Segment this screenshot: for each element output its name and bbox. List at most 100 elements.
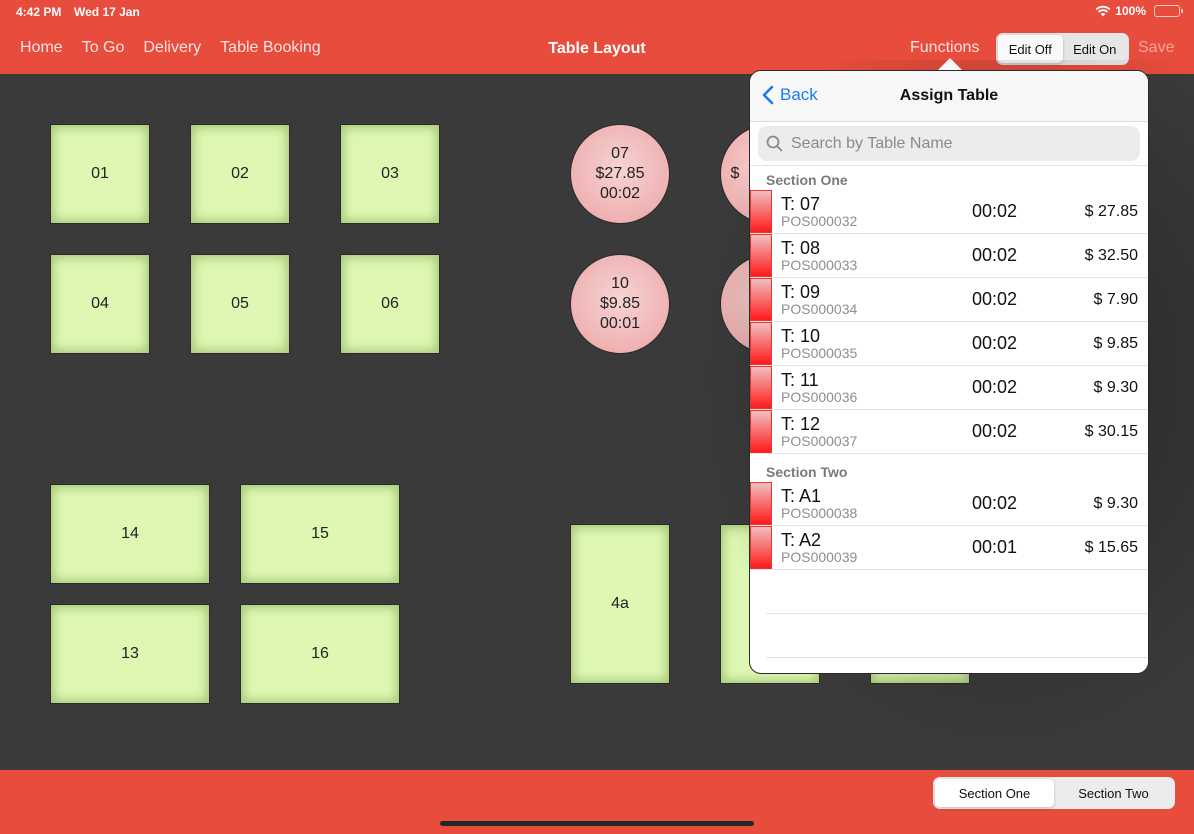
section-two-segment[interactable]: Section Two — [1054, 779, 1173, 807]
table-02[interactable]: 02 — [190, 124, 290, 224]
order-number: POS000035 — [781, 344, 858, 361]
empty-row — [766, 570, 1148, 614]
status-color-swatch — [750, 190, 772, 233]
order-number: POS000033 — [781, 256, 858, 273]
order-number: POS000038 — [781, 504, 858, 521]
table-14[interactable]: 14 — [50, 484, 210, 584]
table-amount: $9.85 — [599, 295, 641, 312]
table-10-occupied[interactable]: 10 $9.85 00:01 — [570, 254, 670, 354]
list-item[interactable]: T: 12 POS000037 00:02 $ 30.15 — [750, 410, 1148, 454]
edit-on-segment[interactable]: Edit On — [1063, 35, 1128, 63]
status-color-swatch — [750, 526, 772, 569]
table-name: T: 08 — [781, 237, 821, 258]
table-number: 07 — [611, 145, 629, 162]
elapsed-time: 00:02 — [972, 333, 1018, 353]
list-item[interactable]: T: A1 POS000038 00:02 $ 9.30 — [750, 482, 1148, 526]
table-15[interactable]: 15 — [240, 484, 400, 584]
table-amount: $ — [730, 165, 740, 182]
table-name: T: 10 — [781, 325, 821, 346]
table-number: 10 — [611, 275, 629, 292]
order-amount: $ 30.15 — [1084, 422, 1138, 440]
table-05[interactable]: 05 — [190, 254, 290, 354]
table-01[interactable]: 01 — [50, 124, 150, 224]
nav-to-go[interactable]: To Go — [82, 39, 125, 57]
battery-percentage: 100% — [1115, 4, 1146, 18]
save-button[interactable]: Save — [1138, 39, 1174, 57]
order-amount: $ 9.30 — [1093, 494, 1138, 512]
search-input[interactable] — [791, 134, 1132, 153]
table-amount: $27.85 — [595, 165, 645, 182]
section-header-two: Section Two — [766, 464, 848, 480]
status-color-swatch — [750, 278, 772, 321]
order-number: POS000034 — [781, 300, 858, 317]
nav-table-booking[interactable]: Table Booking — [220, 39, 321, 57]
table-name: T: 11 — [781, 369, 819, 390]
nav-home[interactable]: Home — [20, 39, 63, 57]
table-13[interactable]: 13 — [50, 604, 210, 704]
elapsed-time: 00:01 — [972, 537, 1018, 557]
chevron-left-icon — [762, 85, 774, 105]
order-amount: $ 15.65 — [1084, 538, 1138, 556]
status-color-swatch — [750, 410, 772, 453]
status-color-swatch — [750, 482, 772, 525]
edit-off-segment[interactable]: Edit Off — [998, 35, 1063, 63]
order-amount: $ 7.90 — [1093, 290, 1138, 308]
section-two-list: T: A1 POS000038 00:02 $ 9.30 T: A2 POS0000… — [750, 482, 1148, 658]
list-item[interactable]: T: 09 POS000034 00:02 $ 7.90 — [750, 278, 1148, 322]
section-one-segment[interactable]: Section One — [935, 779, 1054, 807]
section-one-list: T: 07 POS000032 00:02 $ 27.85 T: 08 POS000… — [750, 190, 1148, 454]
status-color-swatch — [750, 322, 772, 365]
elapsed-time: 00:02 — [972, 493, 1018, 513]
back-button[interactable]: Back — [762, 85, 818, 105]
order-amount: $ 9.30 — [1093, 378, 1138, 396]
table-name: T: A2 — [781, 529, 822, 550]
elapsed-time: 00:02 — [972, 289, 1018, 309]
status-color-swatch — [750, 234, 772, 277]
table-time: 00:01 — [599, 315, 641, 332]
order-amount: $ 9.85 — [1093, 334, 1138, 352]
main-nav: Home To Go Delivery Table Booking — [20, 39, 321, 57]
order-number: POS000039 — [781, 548, 858, 565]
battery-full-icon — [1154, 5, 1183, 17]
bottom-bar: Section One Section Two — [0, 770, 1194, 834]
order-number: POS000036 — [781, 388, 858, 405]
order-amount: $ 27.85 — [1084, 202, 1138, 220]
status-color-swatch — [750, 366, 772, 409]
edit-mode-toggle: Edit Off Edit On — [996, 33, 1129, 65]
wifi-icon — [1095, 5, 1111, 17]
table-name: T: 07 — [781, 193, 821, 214]
search-field[interactable] — [758, 126, 1140, 161]
table-06[interactable]: 06 — [340, 254, 440, 354]
order-number: POS000032 — [781, 212, 858, 229]
section-toggle: Section One Section Two — [933, 777, 1175, 809]
table-name: T: 12 — [781, 413, 821, 434]
table-name: T: 09 — [781, 281, 821, 302]
list-item[interactable]: T: 07 POS000032 00:02 $ 27.85 — [750, 190, 1148, 234]
search-bar — [750, 122, 1148, 166]
status-date: Wed 17 Jan — [74, 5, 140, 19]
list-item[interactable]: T: 08 POS000033 00:02 $ 32.50 — [750, 234, 1148, 278]
table-time: 00:02 — [599, 185, 641, 202]
table-4a[interactable]: 4a — [570, 524, 670, 684]
empty-row — [766, 614, 1148, 658]
order-number: POS000037 — [781, 432, 858, 449]
list-item[interactable]: T: 10 POS000035 00:02 $ 9.85 — [750, 322, 1148, 366]
status-indicators: 100% — [1095, 4, 1183, 18]
list-item[interactable]: T: 11 POS000036 00:02 $ 9.30 — [750, 366, 1148, 410]
table-04[interactable]: 04 — [50, 254, 150, 354]
elapsed-time: 00:02 — [972, 201, 1018, 221]
elapsed-time: 00:02 — [972, 421, 1018, 441]
table-name: T: A1 — [781, 485, 822, 506]
assign-table-popover: Back Assign Table Section One T: 07POS00… — [749, 70, 1149, 674]
table-16[interactable]: 16 — [240, 604, 400, 704]
section-header-one: Section One — [766, 172, 848, 188]
status-time: 4:42 PM — [16, 5, 62, 19]
list-item[interactable]: T: A2 POS000039 00:01 $ 15.65 — [750, 526, 1148, 570]
home-indicator[interactable] — [440, 821, 754, 826]
search-icon — [766, 135, 783, 152]
nav-delivery[interactable]: Delivery — [143, 39, 201, 57]
table-03[interactable]: 03 — [340, 124, 440, 224]
functions-button[interactable]: Functions — [910, 39, 979, 57]
top-bar: 4:42 PM Wed 17 Jan 100% Home To Go Deliv… — [0, 0, 1194, 74]
table-07-occupied[interactable]: 07 $27.85 00:02 — [570, 124, 670, 224]
